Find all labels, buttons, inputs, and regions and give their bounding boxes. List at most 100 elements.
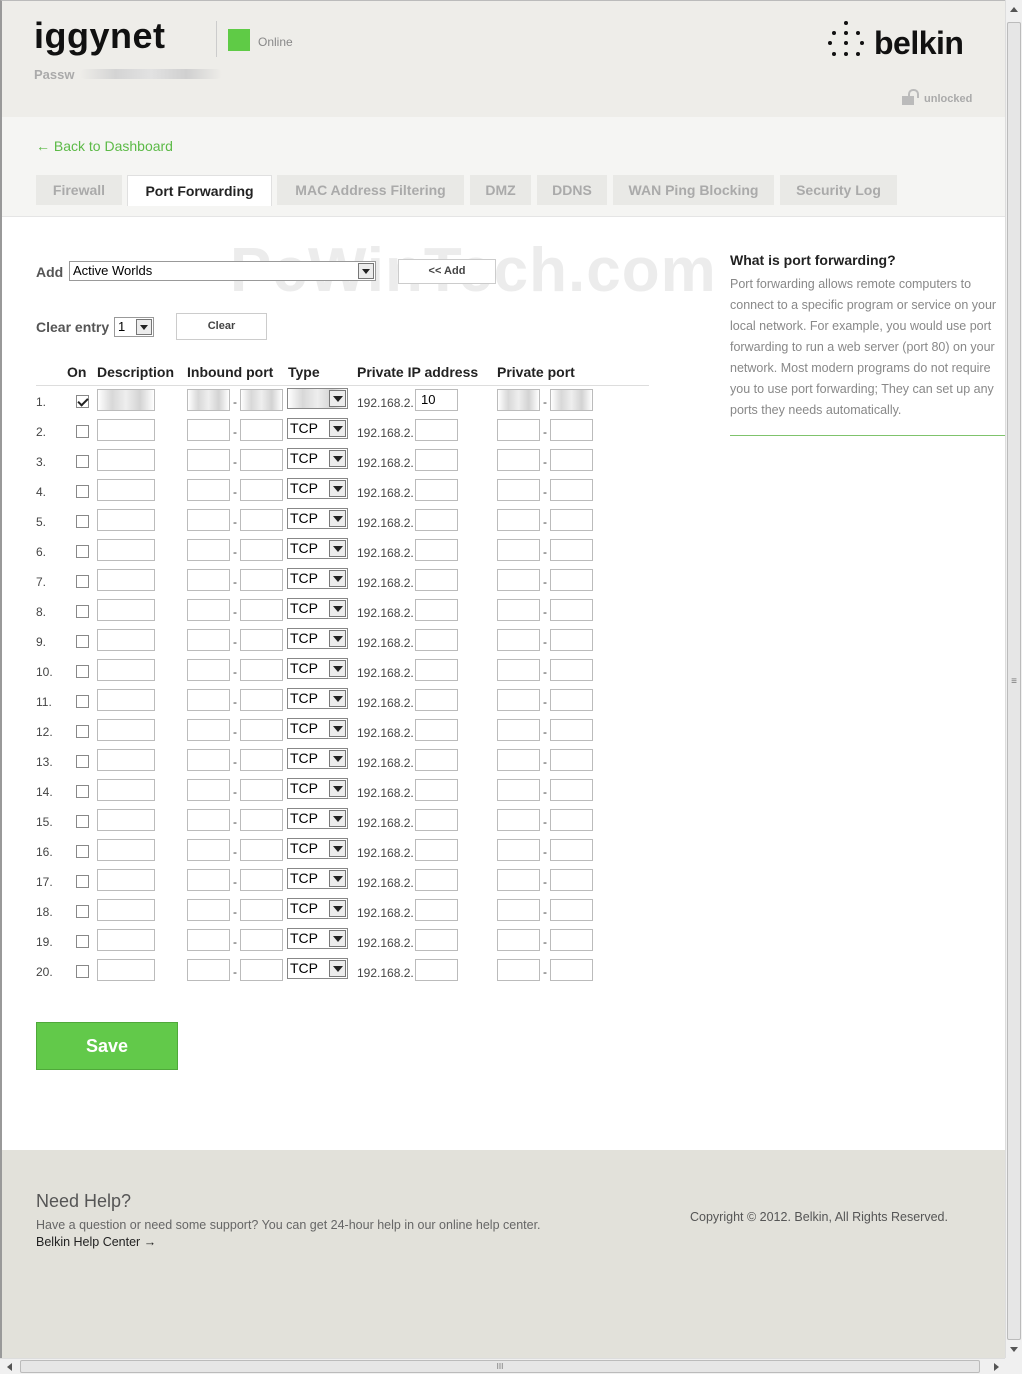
private-port-end-input[interactable]: [550, 509, 593, 531]
private-port-start-input[interactable]: [497, 539, 540, 561]
inbound-port-start-input[interactable]: [187, 479, 230, 501]
row-enabled-checkbox[interactable]: [76, 515, 89, 528]
private-ip-input[interactable]: [415, 629, 458, 651]
inbound-port-end-input[interactable]: [240, 659, 283, 681]
row-enabled-checkbox[interactable]: [76, 725, 89, 738]
private-port-start-input[interactable]: [497, 569, 540, 591]
tab-mac-address-filtering[interactable]: MAC Address Filtering: [277, 175, 464, 205]
private-ip-input[interactable]: [415, 509, 458, 531]
protocol-type-select[interactable]: TCP: [287, 898, 348, 919]
row-enabled-checkbox[interactable]: [76, 605, 89, 618]
inbound-port-start-input[interactable]: [187, 869, 230, 891]
inbound-port-start-input[interactable]: [187, 389, 230, 411]
private-ip-input[interactable]: [415, 809, 458, 831]
protocol-type-select[interactable]: TCP: [287, 628, 348, 649]
description-input[interactable]: [97, 659, 155, 681]
private-ip-input[interactable]: [415, 869, 458, 891]
tab-firewall[interactable]: Firewall: [36, 175, 122, 205]
inbound-port-start-input[interactable]: [187, 659, 230, 681]
private-port-start-input[interactable]: [497, 869, 540, 891]
private-port-start-input[interactable]: [497, 689, 540, 711]
row-enabled-checkbox[interactable]: [76, 695, 89, 708]
row-enabled-checkbox[interactable]: [76, 935, 89, 948]
inbound-port-start-input[interactable]: [187, 629, 230, 651]
protocol-type-select[interactable]: TCP: [287, 568, 348, 589]
row-enabled-checkbox[interactable]: [76, 485, 89, 498]
description-input[interactable]: [97, 509, 155, 531]
inbound-port-end-input[interactable]: [240, 389, 283, 411]
scroll-down-icon[interactable]: [1006, 1342, 1022, 1358]
protocol-type-select[interactable]: TCP: [287, 478, 348, 499]
private-port-start-input[interactable]: [497, 479, 540, 501]
description-input[interactable]: [97, 629, 155, 651]
private-port-end-input[interactable]: [550, 839, 593, 861]
add-button[interactable]: << Add: [398, 259, 496, 284]
row-enabled-checkbox[interactable]: [76, 905, 89, 918]
vertical-scrollbar[interactable]: ≡: [1005, 0, 1022, 1358]
back-to-dashboard-link[interactable]: ← Back to Dashboard: [36, 138, 173, 154]
private-ip-input[interactable]: [415, 749, 458, 771]
private-port-start-input[interactable]: [497, 959, 540, 981]
private-port-end-input[interactable]: [550, 449, 593, 471]
inbound-port-end-input[interactable]: [240, 869, 283, 891]
private-port-start-input[interactable]: [497, 659, 540, 681]
private-port-start-input[interactable]: [497, 899, 540, 921]
description-input[interactable]: [97, 779, 155, 801]
inbound-port-start-input[interactable]: [187, 749, 230, 771]
unlock-icon[interactable]: [902, 89, 919, 105]
description-input[interactable]: [97, 959, 155, 981]
tab-wan-ping-blocking[interactable]: WAN Ping Blocking: [613, 175, 774, 205]
private-ip-input[interactable]: [415, 569, 458, 591]
inbound-port-end-input[interactable]: [240, 629, 283, 651]
inbound-port-end-input[interactable]: [240, 569, 283, 591]
private-port-start-input[interactable]: [497, 629, 540, 651]
description-input[interactable]: [97, 569, 155, 591]
private-port-end-input[interactable]: [550, 569, 593, 591]
description-input[interactable]: [97, 449, 155, 471]
private-ip-input[interactable]: [415, 599, 458, 621]
protocol-type-select[interactable]: TCP: [287, 418, 348, 439]
private-port-start-input[interactable]: [497, 839, 540, 861]
inbound-port-start-input[interactable]: [187, 839, 230, 861]
row-enabled-checkbox[interactable]: [76, 665, 89, 678]
description-input[interactable]: [97, 839, 155, 861]
inbound-port-start-input[interactable]: [187, 779, 230, 801]
inbound-port-end-input[interactable]: [240, 899, 283, 921]
row-enabled-checkbox[interactable]: [76, 785, 89, 798]
inbound-port-end-input[interactable]: [240, 749, 283, 771]
private-port-start-input[interactable]: [497, 419, 540, 441]
private-port-end-input[interactable]: [550, 479, 593, 501]
clear-entry-select[interactable]: 1: [114, 317, 154, 337]
scroll-up-icon[interactable]: [1006, 2, 1022, 18]
private-port-end-input[interactable]: [550, 809, 593, 831]
row-enabled-checkbox[interactable]: [76, 815, 89, 828]
protocol-type-select[interactable]: TCP: [287, 868, 348, 889]
row-enabled-checkbox[interactable]: [76, 545, 89, 558]
inbound-port-end-input[interactable]: [240, 419, 283, 441]
row-enabled-checkbox[interactable]: [76, 395, 89, 408]
private-port-end-input[interactable]: [550, 959, 593, 981]
private-port-start-input[interactable]: [497, 719, 540, 741]
row-enabled-checkbox[interactable]: [76, 575, 89, 588]
private-port-start-input[interactable]: [497, 389, 540, 411]
inbound-port-end-input[interactable]: [240, 809, 283, 831]
private-port-end-input[interactable]: [550, 899, 593, 921]
description-input[interactable]: [97, 389, 155, 411]
scroll-left-icon[interactable]: [2, 1359, 18, 1375]
horizontal-scroll-thumb[interactable]: III: [20, 1360, 980, 1373]
private-port-end-input[interactable]: [550, 929, 593, 951]
inbound-port-end-input[interactable]: [240, 959, 283, 981]
inbound-port-start-input[interactable]: [187, 899, 230, 921]
protocol-type-select[interactable]: TCP: [287, 808, 348, 829]
protocol-type-select[interactable]: TCP: [287, 748, 348, 769]
inbound-port-start-input[interactable]: [187, 509, 230, 531]
inbound-port-start-input[interactable]: [187, 539, 230, 561]
inbound-port-start-input[interactable]: [187, 569, 230, 591]
private-port-start-input[interactable]: [497, 749, 540, 771]
protocol-type-select[interactable]: TCP: [287, 958, 348, 979]
private-port-end-input[interactable]: [550, 869, 593, 891]
private-port-start-input[interactable]: [497, 599, 540, 621]
private-ip-input[interactable]: [415, 689, 458, 711]
private-port-start-input[interactable]: [497, 449, 540, 471]
private-port-start-input[interactable]: [497, 779, 540, 801]
